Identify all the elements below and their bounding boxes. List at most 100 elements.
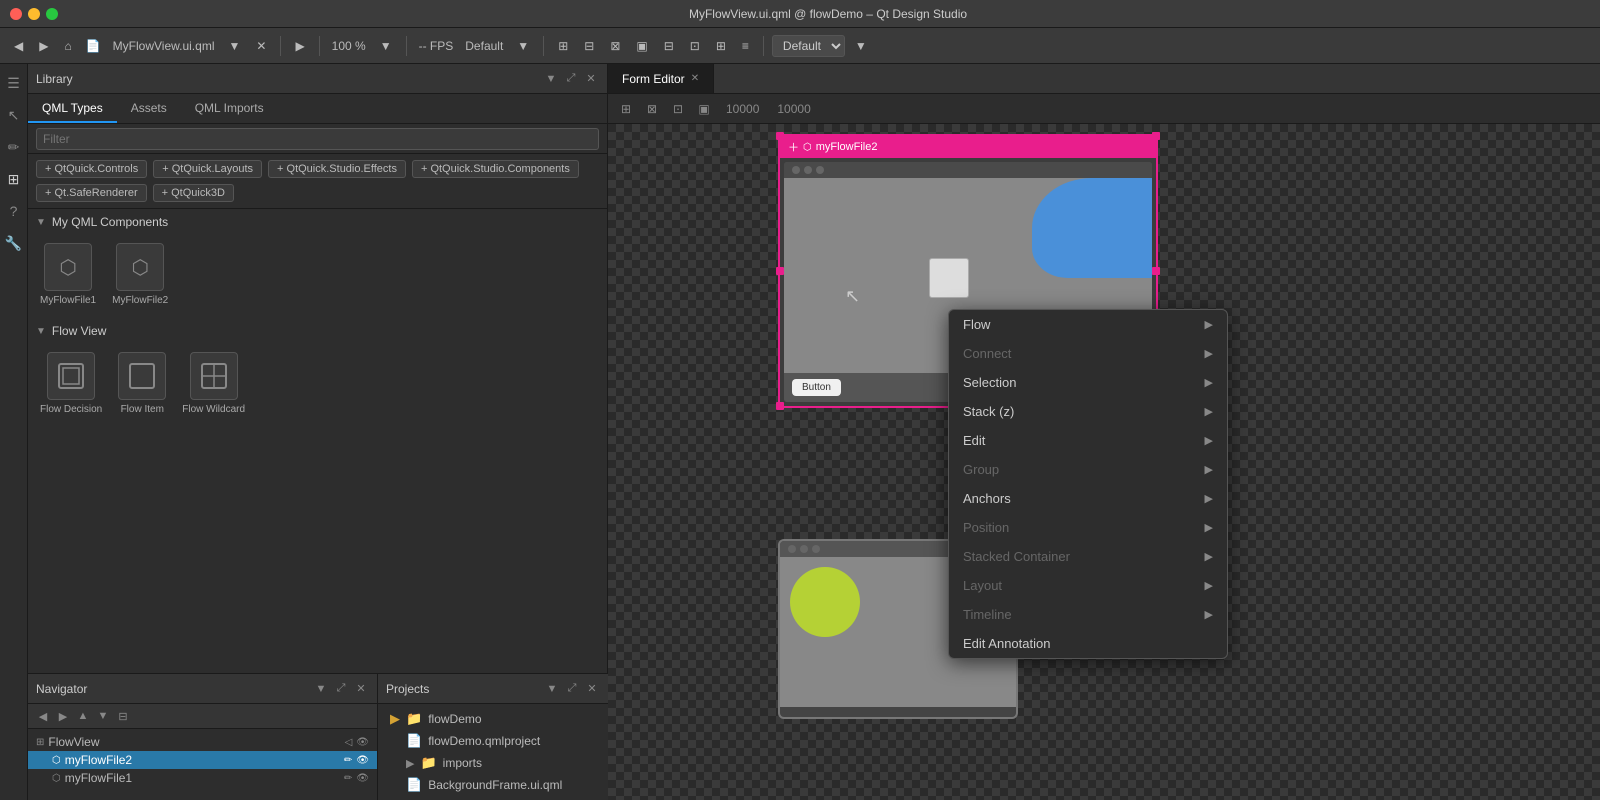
resize-handle-ml[interactable] [776,267,784,275]
tab-qml-types[interactable]: QML Types [28,94,117,123]
flowview-eye-icon[interactable]: 👁 [356,737,369,748]
nav-item-myflowfile2[interactable]: ⬡ myFlowFile2 ✏ 👁 [28,751,377,769]
tab-assets[interactable]: Assets [117,94,181,123]
component-myflowfile1[interactable]: ⬡ MyFlowFile1 [36,239,100,310]
close-file-button[interactable]: ✕ [250,33,272,59]
forward-button[interactable]: ▶ [33,33,54,59]
mff2-eye-icon[interactable]: 👁 [356,755,369,766]
filter-input[interactable] [36,128,599,150]
add-qt-saferenderer[interactable]: + Qt.SafeRenderer [36,184,147,202]
add-qtquick-studio-effects[interactable]: + QtQuick.Studio.Effects [268,160,406,178]
menu-layout-label: Layout [963,578,1002,593]
tab-form-editor[interactable]: Form Editor ✕ [608,64,714,93]
nav-item-flowview[interactable]: ⊞ FlowView ◁ 👁 [28,733,377,751]
component-myflowfile2[interactable]: ⬡ MyFlowFile2 [108,239,172,310]
snap-btn8[interactable]: ≡ [736,33,755,59]
bgframe-icon: 📄 [406,777,422,793]
ed-tb-btn1[interactable]: ⊞ [614,97,638,121]
preset-select[interactable]: Default [772,35,845,57]
home-button[interactable]: ⌂ [58,33,77,59]
snap-btn6[interactable]: ⊡ [684,33,706,59]
preset-dropdown[interactable]: ▼ [849,33,873,59]
menu-item-edit-annotation[interactable]: Edit Annotation [949,629,1227,658]
play-button[interactable]: ▶ [289,33,310,59]
cursor-icon[interactable]: ↖ [3,104,25,126]
projects-header: Projects ▼ ⤢ ✕ [378,674,608,704]
menu-icon[interactable]: ☰ [3,72,25,94]
close-button[interactable] [10,8,22,20]
menu-timeline-label: Timeline [963,607,1012,622]
menu-item-flow[interactable]: Flow ▶ [949,310,1227,339]
my-qml-components-header[interactable]: ▼ My QML Components [28,209,607,235]
fps-dropdown[interactable]: ▼ [511,33,535,59]
back-button[interactable]: ◀ [8,33,29,59]
nav-down[interactable]: ▼ [94,707,112,725]
add-qtquick3d[interactable]: + QtQuick3D [153,184,234,202]
proj-item-qmlproject[interactable]: 📄 flowDemo.qmlproject [378,730,608,752]
resize-handle-tl[interactable] [776,132,784,140]
maximize-button[interactable] [46,8,58,20]
components-icon[interactable]: ⊞ [3,168,25,190]
proj-item-imports[interactable]: ▶ 📁 imports [378,752,608,774]
proj-item-backgroundframe[interactable]: 📄 BackgroundFrame.ui.qml [378,774,608,796]
nav-forward[interactable]: ▶ [54,707,72,725]
nav-up[interactable]: ▲ [74,707,92,725]
minimize-button[interactable] [28,8,40,20]
snap-btn3[interactable]: ⊠ [604,33,626,59]
menu-item-edit[interactable]: Edit ▶ [949,426,1227,455]
resize-handle-bl[interactable] [776,402,784,410]
add-qtquick-layouts[interactable]: + QtQuick.Layouts [153,160,262,178]
menu-flow-label: Flow [963,317,990,332]
panel-float-btn[interactable]: ⤢ [563,71,579,87]
nav-float-btn[interactable]: ⤢ [333,681,349,697]
mff1-eye-icon[interactable]: 👁 [356,773,369,784]
snap-btn7[interactable]: ⊞ [710,33,732,59]
card-title: myFlowFile2 [816,141,878,153]
flow-view-header[interactable]: ▼ Flow View [28,318,607,344]
mff1-edit-icon[interactable]: ✏ [344,773,352,784]
canvas-area[interactable]: ＋ ⬡ myFlowFile2 [608,124,1600,800]
wrench-icon[interactable]: 🔧 [3,232,25,254]
snap-btn5[interactable]: ⊟ [658,33,680,59]
proj-item-flowdemo[interactable]: ▶ 📁 flowDemo [378,708,608,730]
pencil-icon[interactable]: ✏ [3,136,25,158]
component-flow-wildcard[interactable]: Flow Wildcard [178,348,249,419]
snap-btn4[interactable]: ▣ [630,33,653,59]
dropdown-button[interactable]: ▼ [222,33,246,59]
proj-close-btn[interactable]: ✕ [584,681,600,697]
menu-position-label: Position [963,520,1009,535]
snap-btn2[interactable]: ⊟ [578,33,600,59]
navigator-controls: ▼ ⤢ ✕ [313,681,369,697]
panel-minimize-btn[interactable]: ▼ [543,71,559,87]
menu-item-anchors[interactable]: Anchors ▶ [949,484,1227,513]
nav-back[interactable]: ◀ [34,707,52,725]
proj-float-btn[interactable]: ⤢ [564,681,580,697]
zoom-dropdown[interactable]: ▼ [374,33,398,59]
panel-close-btn[interactable]: ✕ [583,71,599,87]
menu-item-stack[interactable]: Stack (z) ▶ [949,397,1227,426]
traffic-lights [10,8,58,20]
menu-item-selection[interactable]: Selection ▶ [949,368,1227,397]
component-flow-item[interactable]: Flow Item [114,348,170,419]
component-flow-decision[interactable]: Flow Decision [36,348,106,419]
form-editor-close[interactable]: ✕ [691,73,699,84]
mff2-edit-icon[interactable]: ✏ [344,755,352,766]
ed-tb-btn4[interactable]: ▣ [692,97,716,121]
nav-close-btn[interactable]: ✕ [353,681,369,697]
sep2 [319,36,320,56]
add-qtquick-studio-components[interactable]: + QtQuick.Studio.Components [412,160,579,178]
nav-item-myflowfile1[interactable]: ⬡ myFlowFile1 ✏ 👁 [28,769,377,787]
resize-handle-tr[interactable] [1152,132,1160,140]
resize-handle-mr[interactable] [1152,267,1160,275]
imports-folder-icon: 📁 [420,755,436,771]
add-qtquick-controls[interactable]: + QtQuick.Controls [36,160,147,178]
snap-btn1[interactable]: ⊞ [552,33,574,59]
tab-qml-imports[interactable]: QML Imports [181,94,278,123]
flow-wildcard-label: Flow Wildcard [182,404,245,415]
nav-minimize-btn[interactable]: ▼ [313,681,329,697]
ed-tb-btn3[interactable]: ⊡ [666,97,690,121]
proj-minimize-btn[interactable]: ▼ [544,681,560,697]
ed-tb-btn2[interactable]: ⊠ [640,97,664,121]
question-icon[interactable]: ? [3,200,25,222]
nav-filter[interactable]: ⊟ [114,707,132,725]
